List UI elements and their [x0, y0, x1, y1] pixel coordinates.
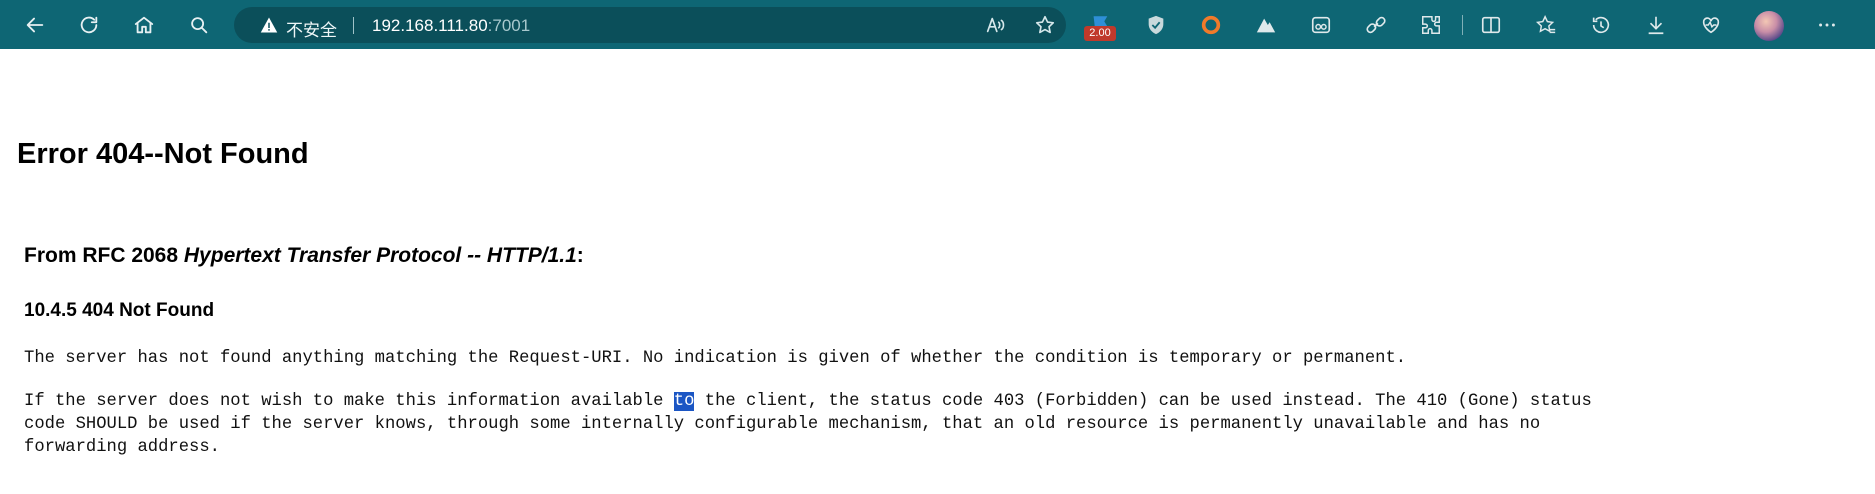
health-icon [1702, 17, 1720, 34]
paragraph-2-line2: code SHOULD be used if the server knows,… [24, 415, 1541, 434]
search-button[interactable] [181, 7, 217, 43]
glasses-icon [1311, 16, 1331, 34]
back-button[interactable] [17, 7, 53, 43]
url-port: :7001 [487, 16, 531, 35]
mountain-icon [1256, 18, 1276, 33]
history-button[interactable] [1583, 7, 1619, 43]
extension-ring-button[interactable] [1193, 7, 1229, 43]
puzzle-icon [1422, 16, 1440, 34]
search-icon [191, 17, 208, 34]
paragraph-2-line1-after: the client, the status code 403 (Forbidd… [694, 392, 1592, 411]
rfc-prefix: From RFC 2068 [24, 244, 184, 267]
favorites-icon [1535, 15, 1556, 34]
ring-icon [1201, 15, 1221, 35]
paragraph-1: The server has not found anything matchi… [24, 349, 1407, 368]
url-host: 192.168.111.80 [372, 16, 488, 35]
profile-avatar[interactable] [1754, 11, 1784, 41]
refresh-icon [80, 16, 98, 34]
url-text[interactable]: 192.168.111.80:7001 [372, 16, 530, 36]
paragraph-2-line3: forwarding address. [24, 438, 220, 457]
extension-glasses-button[interactable] [1303, 7, 1339, 43]
more-icon [1819, 23, 1835, 27]
rfc-title: Hypertext Transfer Protocol -- HTTP/1.1 [183, 244, 577, 267]
page-title: Error 404--Not Found [17, 138, 309, 170]
refresh-button[interactable] [71, 7, 107, 43]
extension-mountain-button[interactable] [1248, 7, 1284, 43]
extension-badge: 2.00 [1084, 26, 1116, 41]
split-screen-button[interactable] [1473, 7, 1509, 43]
security-label[interactable]: 不安全 [286, 16, 337, 41]
link-icon [1366, 16, 1386, 34]
toolbar-divider [1462, 15, 1463, 35]
extension-shield-button[interactable] [1138, 7, 1174, 43]
warning-icon [260, 16, 278, 34]
more-button[interactable] [1809, 7, 1845, 43]
extension-link-button[interactable] [1358, 7, 1394, 43]
address-bar[interactable]: 不安全 192.168.111.80:7001 [234, 7, 1066, 43]
shield-icon [1148, 15, 1164, 35]
read-aloud-icon[interactable] [984, 14, 1006, 36]
rfc-suffix: : [576, 244, 584, 267]
selected-text[interactable]: to [673, 392, 695, 411]
rfc-reference: From RFC 2068 Hypertext Transfer Protoco… [24, 244, 584, 268]
browser-toolbar: 不安全 192.168.111.80:7001 2.00 [0, 0, 1875, 49]
home-button[interactable] [126, 7, 162, 43]
favorite-star-icon[interactable] [1034, 14, 1056, 36]
back-icon [26, 17, 44, 33]
downloads-button[interactable] [1638, 7, 1674, 43]
downloads-icon [1648, 16, 1664, 35]
home-icon [134, 16, 154, 34]
split-screen-icon [1481, 16, 1501, 34]
paragraph-2: If the server does not wish to make this… [24, 390, 1592, 459]
paragraph-2-before: If the server does not wish to make this… [24, 392, 674, 411]
extensions-button[interactable] [1413, 7, 1449, 43]
browser-essentials-button[interactable] [1693, 7, 1729, 43]
address-separator [353, 17, 354, 34]
section-heading: 10.4.5 404 Not Found [24, 300, 215, 321]
favorites-button[interactable] [1528, 7, 1564, 43]
history-icon [1592, 16, 1610, 34]
